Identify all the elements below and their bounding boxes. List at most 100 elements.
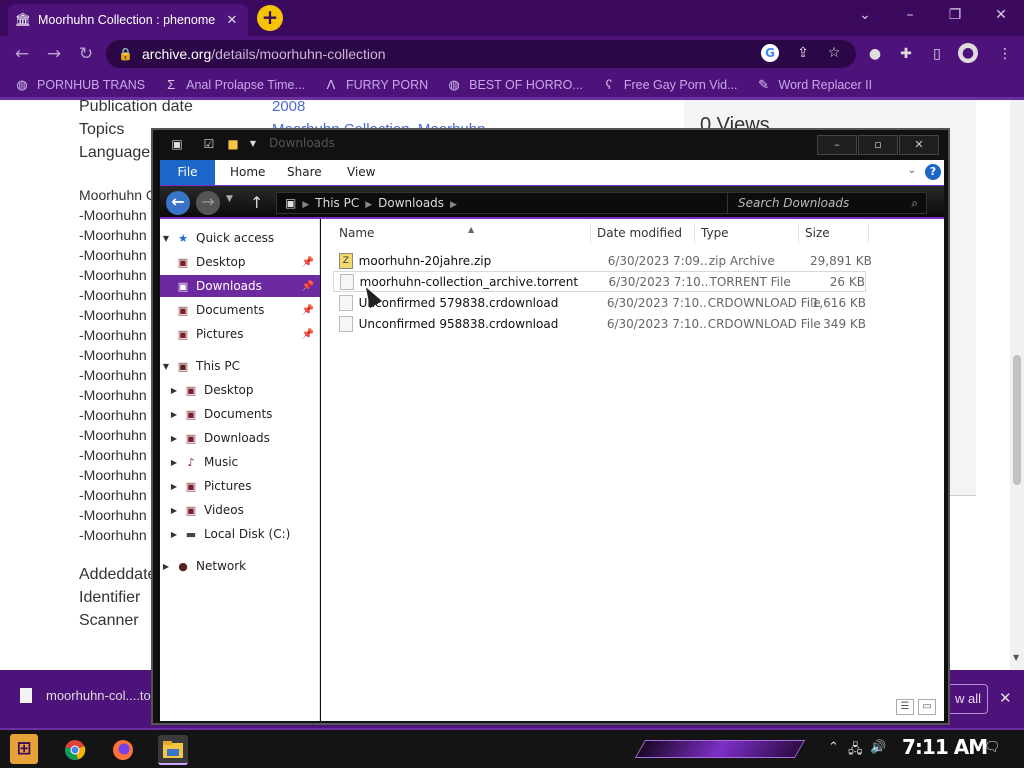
tray-chevron-icon[interactable]: ⌃ bbox=[828, 740, 839, 755]
file-date: 6/30/2023 7:09... bbox=[607, 253, 709, 268]
taskbar-clock[interactable]: 7:11 AM bbox=[902, 735, 988, 759]
share-icon[interactable]: ⇪ bbox=[792, 42, 814, 64]
minimize-button[interactable]: – bbox=[895, 4, 925, 26]
explorer-titlebar[interactable]: ▣ ☑ ■ ▼ Downloads – ▫ ✕ bbox=[153, 130, 948, 160]
nav-network[interactable]: ▶ ● Network bbox=[160, 555, 320, 577]
help-icon[interactable]: ? bbox=[925, 164, 941, 180]
new-folder-icon[interactable]: ■ bbox=[225, 136, 241, 152]
up-arrow-icon[interactable]: ↑ bbox=[250, 193, 263, 212]
search-downloads-input[interactable]: Search Downloads ⌕ bbox=[727, 192, 927, 214]
bookmark-item[interactable]: Λ FURRY PORN bbox=[323, 77, 429, 93]
recent-locations-icon[interactable]: ▼ bbox=[226, 194, 233, 204]
scrollbar-thumb[interactable] bbox=[1013, 355, 1021, 485]
tab-close-icon[interactable]: ✕ bbox=[224, 13, 240, 28]
expand-arrow-icon[interactable]: ▶ bbox=[168, 530, 180, 539]
nav-pc-downloads[interactable]: ▶ ▣ Downloads bbox=[160, 427, 320, 449]
search-icon[interactable]: ⌕ bbox=[911, 193, 918, 213]
bookmark-item[interactable]: ✎ Word Replacer II bbox=[756, 77, 872, 93]
expand-arrow-icon[interactable]: ▶ bbox=[168, 410, 180, 419]
restore-button[interactable]: ❐ bbox=[940, 4, 970, 26]
bookmark-item[interactable]: ◍ BEST OF HORRO... bbox=[446, 77, 582, 93]
tab-search-icon[interactable]: ⌄ bbox=[850, 4, 880, 26]
breadcrumb-this-pc[interactable]: This PC bbox=[315, 196, 359, 210]
back-arrow-icon[interactable]: ← bbox=[166, 191, 190, 215]
close-shelf-icon[interactable]: ✕ bbox=[999, 689, 1012, 707]
nav-this-pc[interactable]: ▼ ▣ This PC bbox=[160, 355, 320, 377]
extensions-puzzle-icon[interactable]: ✚ bbox=[895, 43, 917, 65]
ribbon-expand-icon[interactable]: ⌄ bbox=[908, 165, 916, 176]
expand-arrow-icon[interactable]: ▶ bbox=[160, 562, 172, 571]
page-scrollbar[interactable]: ▼ bbox=[1010, 100, 1024, 670]
large-icons-view-icon[interactable]: ▭ bbox=[918, 699, 936, 715]
address-bar[interactable]: 🔒 archive.org/details/moorhuhn-collectio… bbox=[106, 40, 856, 68]
forward-icon[interactable]: → bbox=[42, 42, 66, 66]
nav-pc-local-disk[interactable]: ▶ ▬ Local Disk (C:) bbox=[160, 523, 320, 545]
forward-arrow-icon[interactable]: → bbox=[196, 191, 220, 215]
nav-downloads-pinned[interactable]: ▣ Downloads 📌 bbox=[160, 275, 320, 297]
notifications-icon[interactable]: 🗨 bbox=[984, 740, 1001, 755]
file-row[interactable]: Unconfirmed 958838.crdownload 6/30/2023 … bbox=[333, 313, 866, 334]
column-header-date[interactable]: Date modified bbox=[591, 223, 695, 243]
browser-tab[interactable]: 🏛 Moorhuhn Collection : phenome ✕ bbox=[8, 4, 248, 36]
reload-icon[interactable]: ↻ bbox=[74, 42, 98, 66]
explorer-maximize-button[interactable]: ▫ bbox=[858, 135, 898, 155]
column-header-size[interactable]: Size bbox=[799, 223, 869, 243]
nav-desktop-pinned[interactable]: ▣ Desktop 📌 bbox=[160, 251, 320, 273]
nav-pc-music[interactable]: ▶ ♪ Music bbox=[160, 451, 320, 473]
expand-arrow-icon[interactable]: ▼ bbox=[160, 234, 172, 243]
extension-avatar-icon[interactable]: ● bbox=[864, 43, 886, 65]
browser-tab-bar: 🏛 Moorhuhn Collection : phenome ✕ + ⌄ – … bbox=[0, 0, 1024, 36]
profile-icon[interactable]: ● bbox=[958, 43, 978, 63]
nav-pictures-pinned[interactable]: ▣ Pictures 📌 bbox=[160, 323, 320, 345]
column-header-type[interactable]: Type bbox=[695, 223, 799, 243]
explorer-close-button[interactable]: ✕ bbox=[899, 135, 939, 155]
properties-icon[interactable]: ☑ bbox=[201, 136, 217, 152]
expand-arrow-icon[interactable]: ▶ bbox=[168, 434, 180, 443]
expand-arrow-icon[interactable]: ▶ bbox=[168, 482, 180, 491]
nav-pc-documents[interactable]: ▶ ▣ Documents bbox=[160, 403, 320, 425]
file-row[interactable]: moorhuhn-collection_archive.torrent 6/30… bbox=[333, 271, 866, 292]
expand-arrow-icon[interactable]: ▶ bbox=[168, 458, 180, 467]
firefox-icon[interactable] bbox=[108, 735, 138, 765]
google-icon[interactable]: G bbox=[761, 44, 779, 62]
publication-date-value[interactable]: 2008 bbox=[272, 100, 305, 115]
column-header-name[interactable]: ▲ Name bbox=[333, 223, 591, 243]
tab-file[interactable]: File bbox=[160, 160, 215, 185]
nav-quick-access[interactable]: ▼ ★ Quick access bbox=[160, 227, 320, 249]
volume-tray-icon[interactable]: 🔊 bbox=[870, 740, 886, 755]
new-tab-button[interactable]: + bbox=[257, 5, 283, 31]
tab-home[interactable]: Home bbox=[230, 160, 265, 185]
nav-pc-videos[interactable]: ▶ ▣ Videos bbox=[160, 499, 320, 521]
expand-arrow-icon[interactable]: ▶ bbox=[168, 386, 180, 395]
expand-arrow-icon[interactable]: ▼ bbox=[160, 362, 172, 371]
expand-arrow-icon[interactable]: ▶ bbox=[168, 506, 180, 515]
bookmark-item[interactable]: ʕ Free Gay Porn Vid... bbox=[601, 77, 738, 93]
chrome-icon[interactable] bbox=[60, 735, 90, 765]
tab-view[interactable]: View bbox=[347, 160, 375, 185]
start-button[interactable]: ⊞ bbox=[10, 734, 38, 764]
nav-documents-pinned[interactable]: ▣ Documents 📌 bbox=[160, 299, 320, 321]
downloads-icon: ▣ bbox=[185, 431, 197, 445]
file-row[interactable]: Unconfirmed 579838.crdownload 6/30/2023 … bbox=[333, 292, 866, 313]
file-row[interactable]: Z moorhuhn-20jahre.zip 6/30/2023 7:09...… bbox=[333, 250, 872, 271]
qat-dropdown-icon[interactable]: ▼ bbox=[245, 136, 261, 152]
explorer-minimize-button[interactable]: – bbox=[817, 135, 857, 155]
menu-kebab-icon[interactable]: ⋮ bbox=[994, 43, 1016, 65]
close-window-button[interactable]: ✕ bbox=[986, 4, 1016, 26]
scroll-down-icon[interactable]: ▼ bbox=[1013, 653, 1019, 662]
details-view-icon[interactable]: ☰ bbox=[896, 699, 914, 715]
download-item[interactable]: moorhuhn-col....to bbox=[20, 688, 151, 703]
network-tray-icon[interactable]: 🖧 bbox=[848, 740, 863, 762]
back-icon[interactable]: ← bbox=[10, 42, 34, 66]
breadcrumb[interactable]: ▣ ▶ This PC ▶ Downloads ▶ bbox=[276, 192, 728, 214]
breadcrumb-downloads[interactable]: Downloads bbox=[378, 196, 444, 210]
nav-pc-pictures[interactable]: ▶ ▣ Pictures bbox=[160, 475, 320, 497]
bookmark-item[interactable]: Σ Anal Prolapse Time... bbox=[163, 77, 305, 93]
tab-share[interactable]: Share bbox=[287, 160, 322, 185]
nav-pc-desktop[interactable]: ▶ ▣ Desktop bbox=[160, 379, 320, 401]
file-explorer-icon[interactable] bbox=[158, 735, 188, 765]
bookmark-item[interactable]: ◍ PORNHUB TRANS bbox=[14, 77, 145, 93]
description-line: -Moorhuhn bbox=[79, 347, 147, 363]
bookmark-star-icon[interactable]: ☆ bbox=[823, 42, 845, 64]
side-panel-icon[interactable]: ▯ bbox=[926, 43, 948, 65]
